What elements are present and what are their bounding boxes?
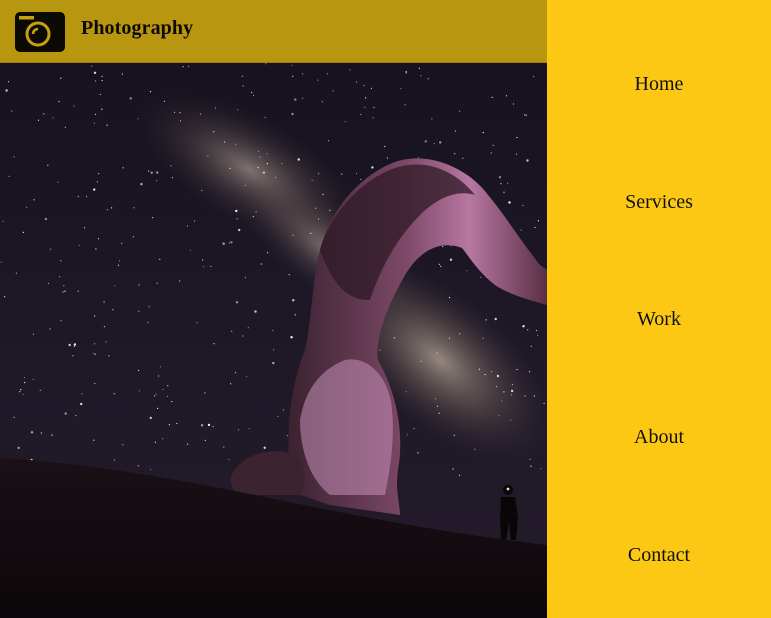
brand-title[interactable]: Photography — [81, 17, 193, 40]
night-sky-photo — [0, 0, 547, 618]
nav-item-work[interactable]: Work — [547, 308, 771, 331]
nav-item-about[interactable]: About — [547, 426, 771, 449]
page: Photography Home Services Work About Con… — [0, 0, 771, 618]
hero-image — [0, 0, 547, 618]
nav-item-services[interactable]: Services — [547, 191, 771, 214]
camera-icon[interactable] — [14, 9, 66, 53]
side-nav: Home Services Work About Contact — [547, 0, 771, 618]
nav-item-contact[interactable]: Contact — [547, 544, 771, 567]
header-bar: Photography — [0, 0, 547, 63]
nav-item-home[interactable]: Home — [547, 73, 771, 96]
